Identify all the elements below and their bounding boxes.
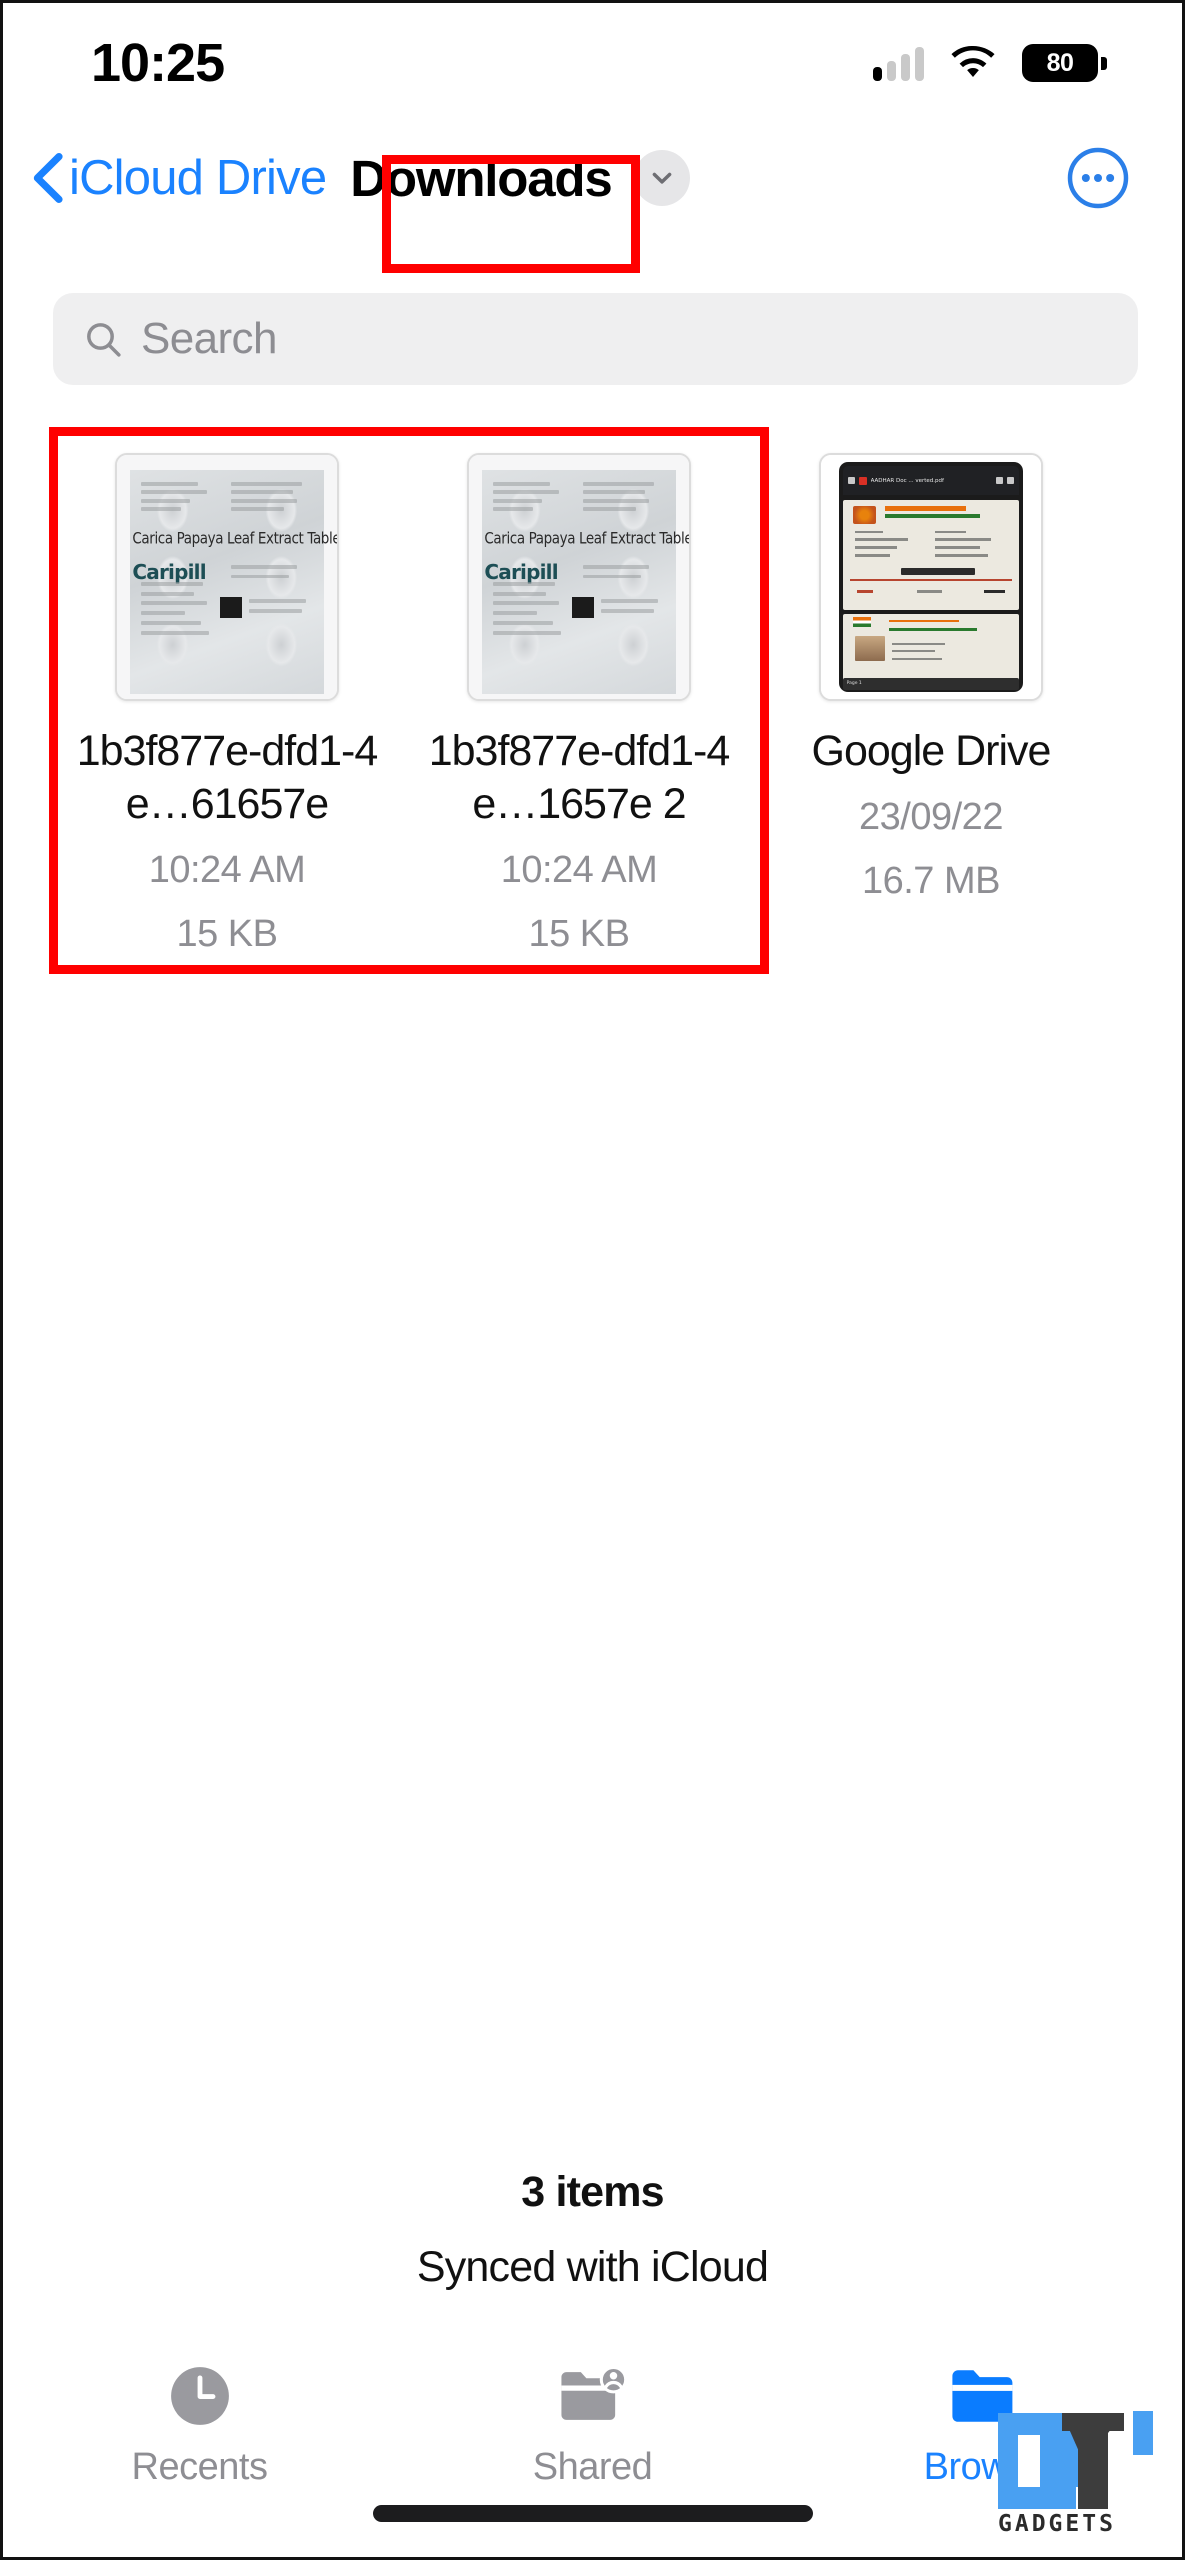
chevron-down-icon[interactable] bbox=[633, 150, 690, 206]
file-thumbnail[interactable]: Carica Papaya Leaf Extract Tablets Carip… bbox=[115, 453, 339, 701]
pill-blister-pack-thumbnail: Carica Papaya Leaf Extract Tablets Carip… bbox=[469, 455, 689, 699]
watermark-text: GADGETS bbox=[998, 2511, 1116, 2537]
tab-recents[interactable]: Recents bbox=[3, 2360, 396, 2489]
shared-folder-icon bbox=[557, 2360, 629, 2432]
back-button-label: iCloud Drive bbox=[69, 151, 327, 205]
tab-shared[interactable]: Shared bbox=[396, 2360, 789, 2489]
file-item[interactable]: AADHAR Doc ... verted.pdf Page 1 Google … bbox=[755, 453, 1107, 959]
cellular-signal-icon bbox=[873, 45, 924, 81]
file-size: 15 KB bbox=[176, 913, 278, 955]
home-indicator[interactable] bbox=[372, 2505, 813, 2522]
file-thumbnail[interactable]: AADHAR Doc ... verted.pdf Page 1 bbox=[819, 453, 1043, 701]
file-date: 23/09/22 bbox=[859, 796, 1003, 838]
search-icon bbox=[87, 323, 121, 357]
thumbnail-product-text: Carica Papaya Leaf Extract Tablets bbox=[484, 529, 691, 548]
page-title: Downloads bbox=[350, 149, 612, 207]
thumbnail-brand-text: Caripill bbox=[484, 559, 558, 584]
file-name: 1b3f877e-dfd1-4e…61657e bbox=[76, 727, 379, 828]
file-date: 10:24 AM bbox=[500, 849, 658, 891]
thumbnail-page-label: Page 1 bbox=[846, 681, 862, 687]
folder-title-group[interactable]: Downloads bbox=[350, 149, 690, 208]
navigation-bar: iCloud Drive Downloads bbox=[3, 123, 1182, 233]
sync-status-label: Synced with iCloud bbox=[416, 2243, 769, 2291]
pdf-screenshot-thumbnail: AADHAR Doc ... verted.pdf Page 1 bbox=[821, 455, 1041, 699]
wifi-icon bbox=[951, 46, 995, 77]
search-placeholder: Search bbox=[141, 314, 277, 363]
iphone-files-app-screen: 10:25 80 iCloud Drive Downloads Search C… bbox=[0, 0, 1185, 2560]
pill-blister-pack-thumbnail: Carica Papaya Leaf Extract Tablets Carip… bbox=[117, 455, 337, 699]
battery-icon: 80 bbox=[1022, 44, 1107, 82]
thumbnail-brand-text: Caripill bbox=[132, 559, 206, 584]
thumbnail-topbar-title: AADHAR Doc ... verted.pdf bbox=[870, 477, 944, 484]
search-field[interactable]: Search bbox=[53, 293, 1138, 385]
chevron-left-icon bbox=[33, 153, 63, 203]
ellipsis-circle-icon[interactable] bbox=[1066, 146, 1130, 210]
status-bar-time: 10:25 bbox=[91, 33, 225, 93]
gt-logo-icon: GADGETS bbox=[992, 2407, 1160, 2539]
file-size: 16.7 MB bbox=[861, 860, 1001, 902]
item-count-label: 3 items bbox=[521, 2168, 664, 2216]
thumbnail-product-text: Carica Papaya Leaf Extract Tablets bbox=[132, 529, 339, 548]
file-size: 15 KB bbox=[528, 913, 630, 955]
file-date: 10:24 AM bbox=[148, 849, 306, 891]
file-item[interactable]: Carica Papaya Leaf Extract Tablets Carip… bbox=[51, 453, 403, 959]
file-grid: Carica Papaya Leaf Extract Tablets Carip… bbox=[51, 453, 1141, 959]
file-name: Google Drive bbox=[811, 727, 1052, 775]
tab-recents-label: Recents bbox=[131, 2446, 268, 2488]
clock-icon bbox=[166, 2360, 234, 2432]
file-thumbnail[interactable]: Carica Papaya Leaf Extract Tablets Carip… bbox=[467, 453, 691, 701]
status-bar-indicators: 80 bbox=[873, 44, 1107, 82]
file-name: 1b3f877e-dfd1-4e…1657e 2 bbox=[428, 727, 731, 828]
file-item[interactable]: Carica Papaya Leaf Extract Tablets Carip… bbox=[403, 453, 755, 959]
status-bar: 10:25 80 bbox=[3, 3, 1182, 123]
tab-shared-label: Shared bbox=[532, 2446, 653, 2488]
battery-level-text: 80 bbox=[1046, 48, 1074, 77]
back-button[interactable]: iCloud Drive bbox=[31, 150, 327, 206]
